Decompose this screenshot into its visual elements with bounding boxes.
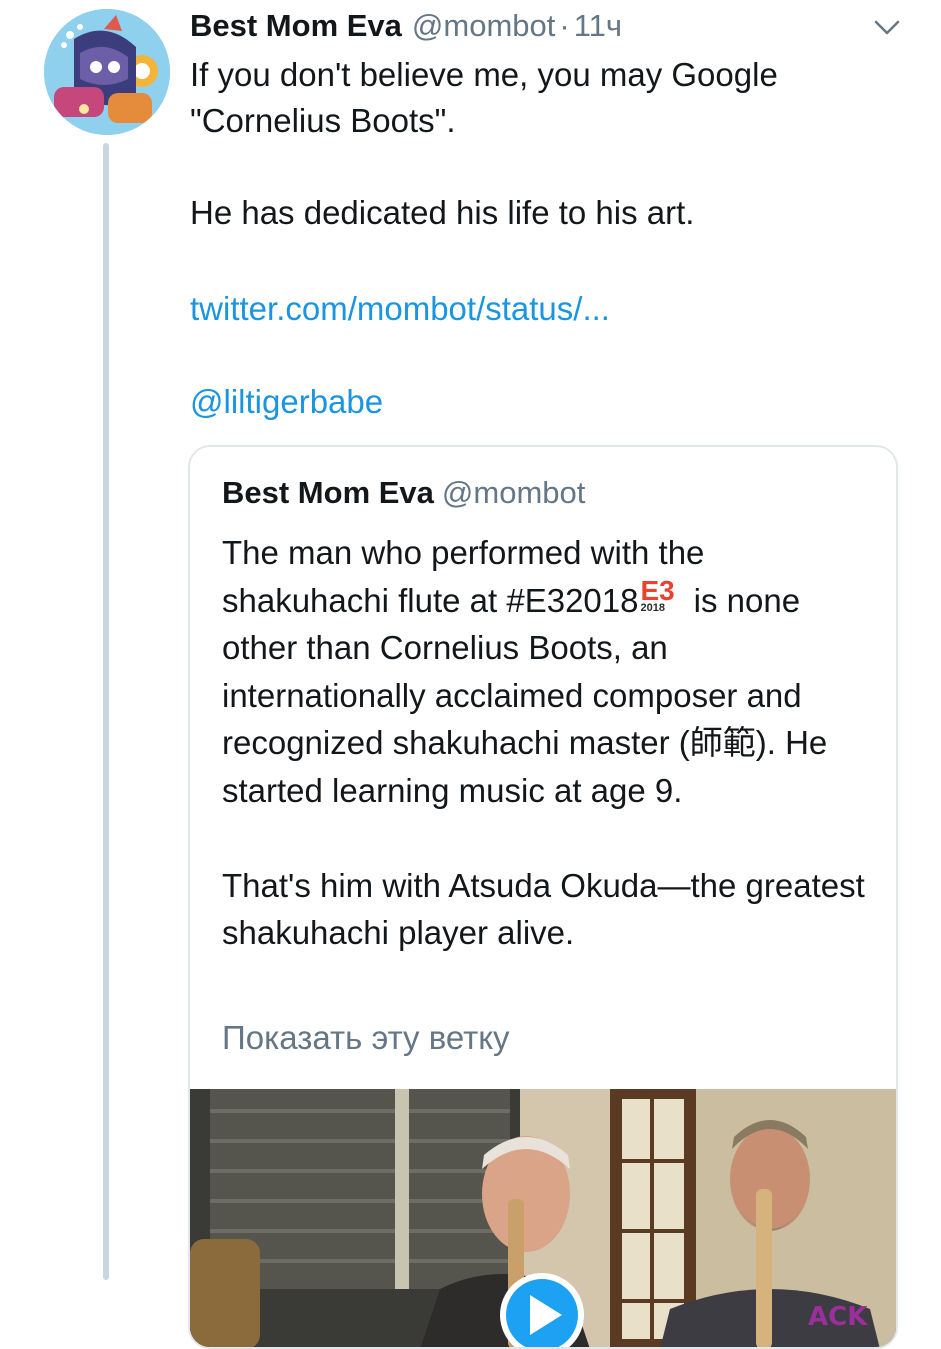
tweet-body: If you don't believe me, you may Google … [190,52,910,236]
quoted-author-handle: @mombot [441,475,586,510]
quoted-paragraph-1: The man who performed with the shakuhach… [222,529,872,814]
header-separator: · [559,8,570,43]
quoted-tweet-body: The man who performed with the shakuhach… [222,529,872,957]
quoted-tweet-header: Best Mom Eva @mombot [222,471,585,515]
e3-emoji-year: 2018 [640,601,665,614]
video-frame-illustration: ACK [190,1089,896,1347]
shirt-text: ACK [808,1302,868,1332]
basket [190,1239,260,1347]
tweet-header: Best Mom Eva @mombot · 11ч [190,4,622,48]
quoted-paragraph-2: That's him with Atsuda Okuda—the greates… [222,866,865,952]
quoted-tweet-card[interactable]: Best Mom Eva @mombot The man who performe… [188,445,898,1349]
author-name[interactable]: Best Mom Eva [190,8,402,43]
show-thread-link[interactable]: Показать эту ветку [222,1015,510,1061]
author-avatar[interactable] [44,9,170,135]
video-thumbnail[interactable]: ACK [190,1089,896,1347]
quoted-text-before-emoji: The man who performed with the shakuhach… [222,534,705,619]
tweet-timestamp[interactable]: 11ч [574,8,622,43]
e3-2018-emoji: E3 2018 [640,575,678,616]
tweet-paragraph-1: If you don't believe me, you may Google … [190,56,778,139]
tweet-paragraph-2: He has dedicated his life to his art. [190,194,695,231]
mention-link[interactable]: @liltigerbabe [190,379,383,425]
author-handle[interactable]: @mombot [412,8,555,43]
quoted-author-name: Best Mom Eva [222,475,434,510]
avatar-illustration [44,9,170,135]
thread-connector-line [103,143,109,1280]
chevron-down-icon[interactable] [872,14,902,40]
status-link[interactable]: twitter.com/mombot/status/... [190,286,610,332]
